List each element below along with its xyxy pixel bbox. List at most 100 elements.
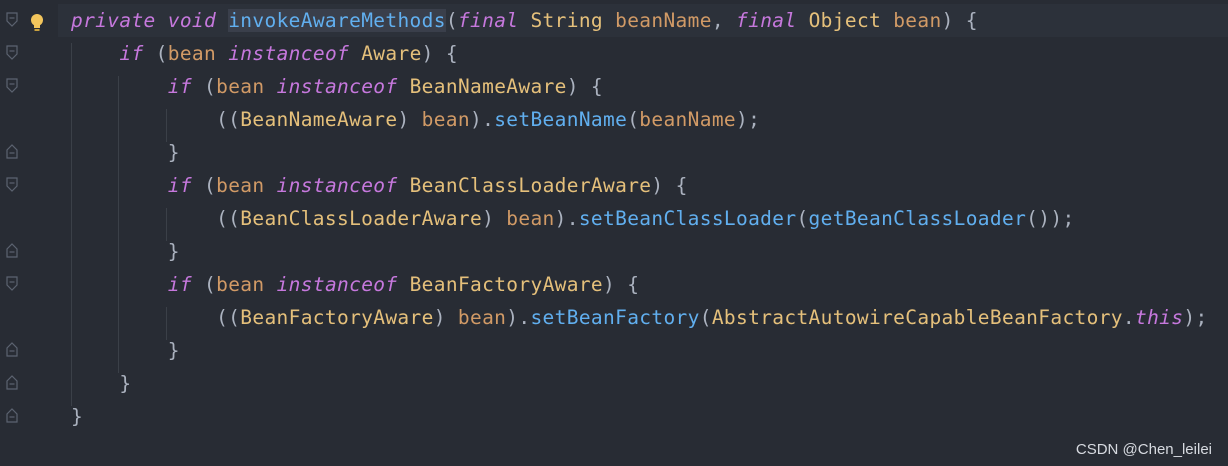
code-token: ); [1183,306,1208,329]
code-token: bean [216,273,265,296]
code-token: final [736,9,797,32]
watermark: CSDN @Chen_leilei [1075,441,1212,458]
code-line[interactable]: private void invokeAwareMethods(final St… [58,4,1228,37]
code-token: if [119,42,144,65]
code-token: ()); [1026,207,1075,230]
code-token: if [167,174,192,197]
code-line[interactable]: if (bean instanceof Aware) { [71,37,458,70]
code-token: BeanClassLoaderAware [409,174,652,197]
code-token: ) { [421,42,458,65]
code-line[interactable]: if (bean instanceof BeanClassLoaderAware… [71,169,688,202]
code-token: (( [71,306,241,329]
code-token: ) [433,306,458,329]
code-token: final [457,9,519,32]
code-token: setBeanClassLoader [578,207,797,230]
code-token: (( [71,207,241,230]
code-token: ( [445,9,458,32]
code-token: bean [506,207,555,230]
code-token: instanceof [276,75,398,98]
code-line[interactable]: } [71,367,131,400]
code-token: instanceof [276,174,398,197]
code-token: (( [71,108,241,131]
code-token: ). [506,306,531,329]
code-token: BeanClassLoaderAware [240,207,483,230]
code-token: ( [627,108,640,131]
code-token: } [71,372,132,395]
code-token: ) { [566,75,604,98]
code-line[interactable]: if (bean instanceof BeanNameAware) { [71,70,603,103]
code-token: bean [216,174,265,197]
code-token: ( [191,273,217,296]
code-line[interactable]: } [71,334,180,367]
code-token: setBeanFactory [530,306,700,329]
code-token: } [71,240,180,263]
code-token: bean [421,108,470,131]
code-token: Object [808,9,882,32]
code-token: bean [216,75,265,98]
code-token: getBeanClassLoader [808,207,1027,230]
code-token: ) [397,108,422,131]
code-token: bean [457,306,507,329]
code-token: BeanFactoryAware [409,273,604,296]
code-token: ) { [941,9,978,32]
code-token: ( [796,207,809,230]
code-token: Aware [361,42,422,65]
code-token: String [530,9,604,32]
code-token: void [167,9,217,32]
code-token: BeanNameAware [240,108,398,131]
code-token: ). [470,108,495,131]
code-token: } [71,339,180,362]
code-token: ( [699,306,712,329]
code-token: ); [736,108,761,131]
code-token: instanceof [228,42,350,65]
code-token: BeanNameAware [409,75,567,98]
code-token: this [1134,306,1184,329]
code-line[interactable]: if (bean instanceof BeanFactoryAware) { [71,268,639,301]
code-line[interactable]: ((BeanFactoryAware) bean).setBeanFactory… [71,301,1208,334]
code-line[interactable]: ((BeanNameAware) bean).setBeanName(beanN… [71,103,760,136]
code-token: ) { [651,174,688,197]
code-token: bean [167,42,217,65]
code-token: ( [191,75,217,98]
code-token: AbstractAutowireCapableBeanFactory [711,306,1123,329]
code-editor[interactable]: private void invokeAwareMethods(final St… [0,0,1228,466]
code-token: instanceof [276,273,398,296]
code-token: ( [191,174,217,197]
code-token: BeanFactoryAware [240,306,434,329]
code-token: private [71,9,156,32]
code-token: setBeanName [494,108,628,131]
code-token: if [167,75,192,98]
code-token: } [71,141,180,164]
code-line[interactable]: ((BeanClassLoaderAware) bean).setBeanCla… [71,202,1075,235]
code-line[interactable]: } [71,136,180,169]
code-token: , [711,9,737,32]
code-token: bean [893,9,942,32]
code-line[interactable]: } [71,400,83,433]
code-token: ) [482,207,507,230]
code-token: ) { [603,273,640,296]
code-token: beanName [615,9,712,32]
code-line[interactable]: } [71,235,180,268]
code-token: if [167,273,192,296]
code-token: . [1122,306,1135,329]
code-token: invokeAwareMethods [228,9,446,32]
code-token: beanName [639,108,737,131]
